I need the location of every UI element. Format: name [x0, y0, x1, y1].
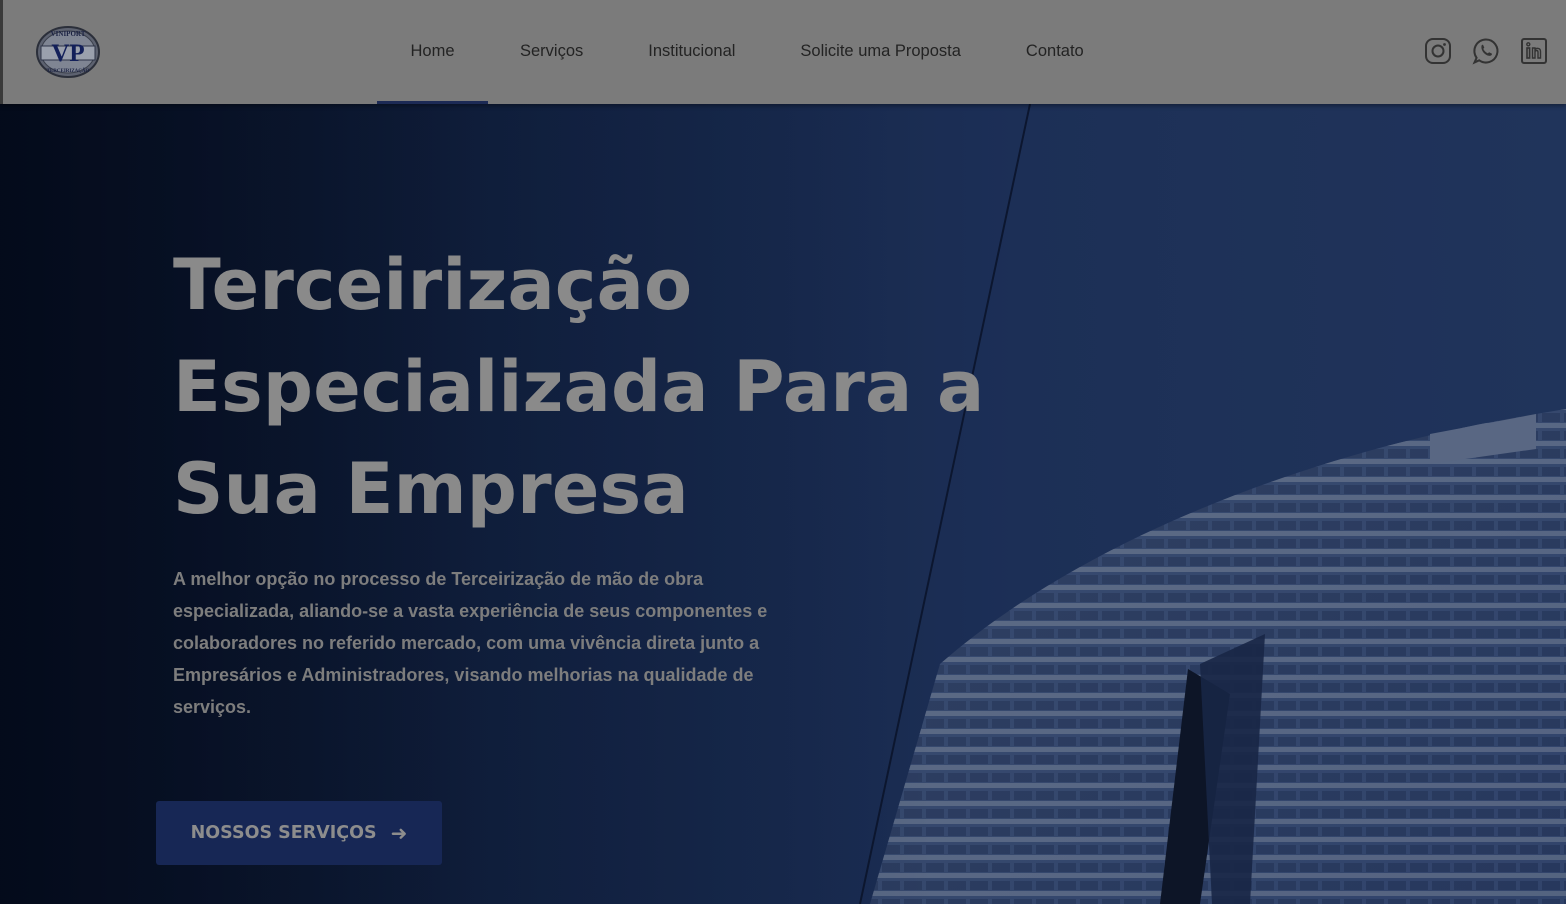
hero-title: Terceirização Especializada Para a Sua E…	[173, 234, 993, 540]
hero-title-line-2: Especializada Para a	[173, 346, 985, 428]
hero-title-line-3: Sua Empresa	[173, 448, 689, 530]
logo-bottom-text: TERCEIRIZAÇÃO	[47, 68, 90, 74]
logo-top-text: VINIPORT	[51, 30, 86, 38]
instagram-icon[interactable]	[1423, 36, 1453, 66]
logo-badge-icon: VINIPORT VP TERCEIRIZAÇÃO	[36, 26, 100, 78]
nav-servicos-label: Serviços	[520, 42, 584, 60]
main-nav: Home Serviços Institucional Solicite uma…	[377, 0, 1084, 104]
nav-institucional-label: Institucional	[648, 42, 736, 60]
cta-label: NOSSOS SERVIÇOS	[190, 823, 377, 843]
viniport-logo[interactable]: VINIPORT VP TERCEIRIZAÇÃO	[36, 26, 100, 78]
logo-letters: VP	[51, 40, 84, 67]
linkedin-icon[interactable]	[1519, 36, 1549, 66]
arrow-right-icon: ➜	[390, 821, 408, 845]
hero-description-line-4: Empresários e Administradores, visando m…	[173, 665, 754, 685]
hero-description-line-3: colaboradores no referido mercado, com u…	[173, 633, 760, 653]
nav-item-solicite-proposta[interactable]: Solicite uma Proposta	[800, 0, 961, 104]
nav-item-contato[interactable]: Contato	[1026, 0, 1084, 104]
site-header: VINIPORT VP TERCEIRIZAÇÃO Home Serviços …	[0, 0, 1566, 104]
nav-item-home[interactable]: Home	[377, 0, 488, 104]
whatsapp-icon[interactable]	[1471, 36, 1501, 66]
hero-description-line-1: A melhor opção no processo de Terceiriza…	[173, 569, 704, 589]
hero-title-line-1: Terceirização	[173, 244, 693, 326]
hero-description-line-2: especializada, aliando-se a vasta experi…	[173, 601, 768, 621]
nossos-servicos-button[interactable]: NOSSOS SERVIÇOS ➜	[156, 801, 442, 865]
nav-home-label: Home	[410, 42, 455, 60]
header-left-edge	[0, 0, 3, 104]
hero-description-line-5: serviços.	[173, 697, 252, 717]
hero-description: A melhor opção no processo de Terceiriza…	[173, 563, 793, 723]
nav-solicite-label: Solicite uma Proposta	[800, 42, 961, 60]
page: VINIPORT VP TERCEIRIZAÇÃO Home Serviços …	[0, 0, 1566, 904]
nav-item-institucional[interactable]: Institucional	[648, 0, 735, 104]
nav-item-servicos[interactable]: Serviços	[520, 0, 583, 104]
hero-section: Terceirização Especializada Para a Sua E…	[0, 104, 1566, 904]
nav-contato-label: Contato	[1025, 42, 1084, 60]
